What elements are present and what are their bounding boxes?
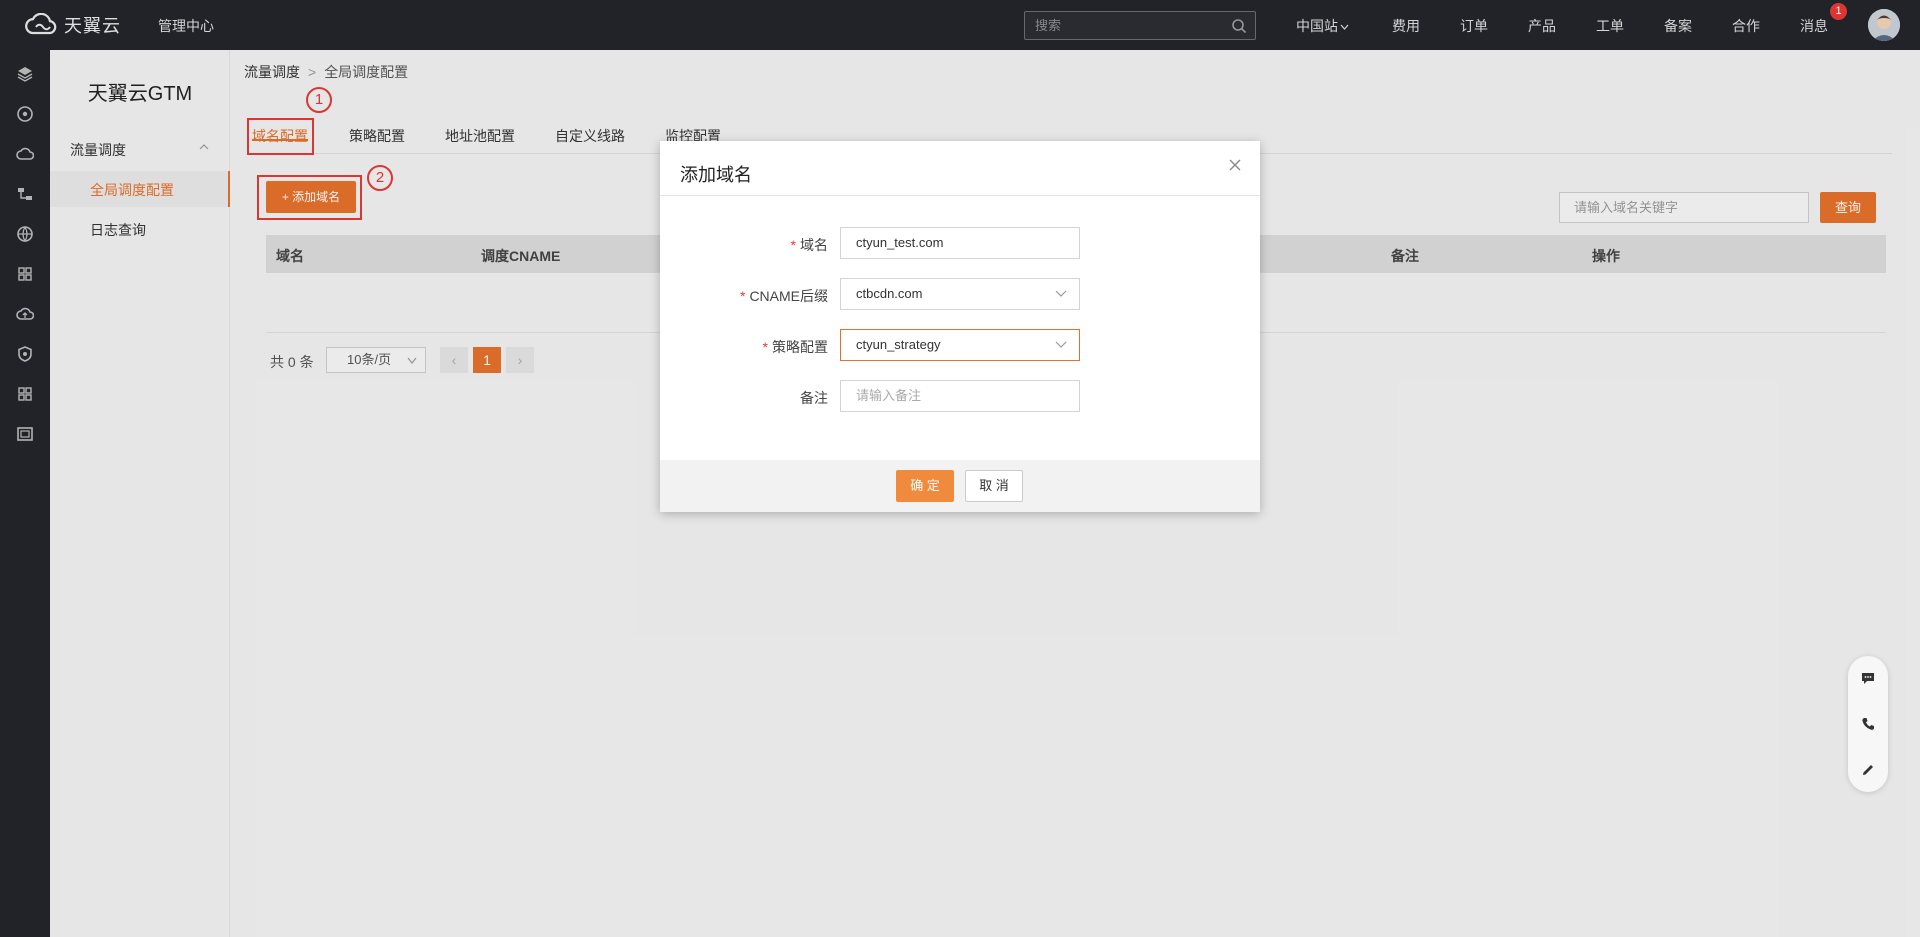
- dialog-footer: 确 定 取 消: [660, 460, 1260, 512]
- domain-label: * 域名: [790, 237, 828, 253]
- close-icon[interactable]: [1228, 158, 1242, 172]
- floating-toolbar: [1848, 656, 1888, 792]
- form-row-cname: * CNAME后缀 ctbcdn.com: [660, 278, 1260, 310]
- form-row-domain: * 域名 ctyun_test.com: [660, 227, 1260, 259]
- chat-icon[interactable]: [1860, 670, 1876, 686]
- cancel-button[interactable]: 取 消: [965, 470, 1023, 502]
- edit-icon[interactable]: [1860, 762, 1876, 778]
- domain-field[interactable]: ctyun_test.com: [840, 227, 1080, 259]
- remark-label: 备注: [800, 390, 828, 406]
- form-row-strategy: * 策略配置 ctyun_strategy: [660, 329, 1260, 361]
- cname-suffix-label: * CNAME后缀: [739, 288, 828, 304]
- add-domain-dialog: 添加域名 * 域名 ctyun_test.com * CNAME后缀 ctbcdn.…: [660, 141, 1260, 512]
- phone-icon[interactable]: [1860, 716, 1876, 732]
- dialog-title: 添加域名: [680, 165, 752, 185]
- chevron-down-icon: [1055, 341, 1067, 348]
- remark-field[interactable]: 请输入备注: [840, 380, 1080, 412]
- chevron-down-icon: [1055, 290, 1067, 297]
- dialog-header: 添加域名: [660, 141, 1260, 196]
- strategy-select[interactable]: ctyun_strategy: [840, 329, 1080, 361]
- form-row-remark: 备注 请输入备注: [660, 380, 1260, 412]
- cname-suffix-select[interactable]: ctbcdn.com: [840, 278, 1080, 310]
- confirm-button[interactable]: 确 定: [896, 470, 954, 502]
- strategy-label: * 策略配置: [762, 339, 828, 355]
